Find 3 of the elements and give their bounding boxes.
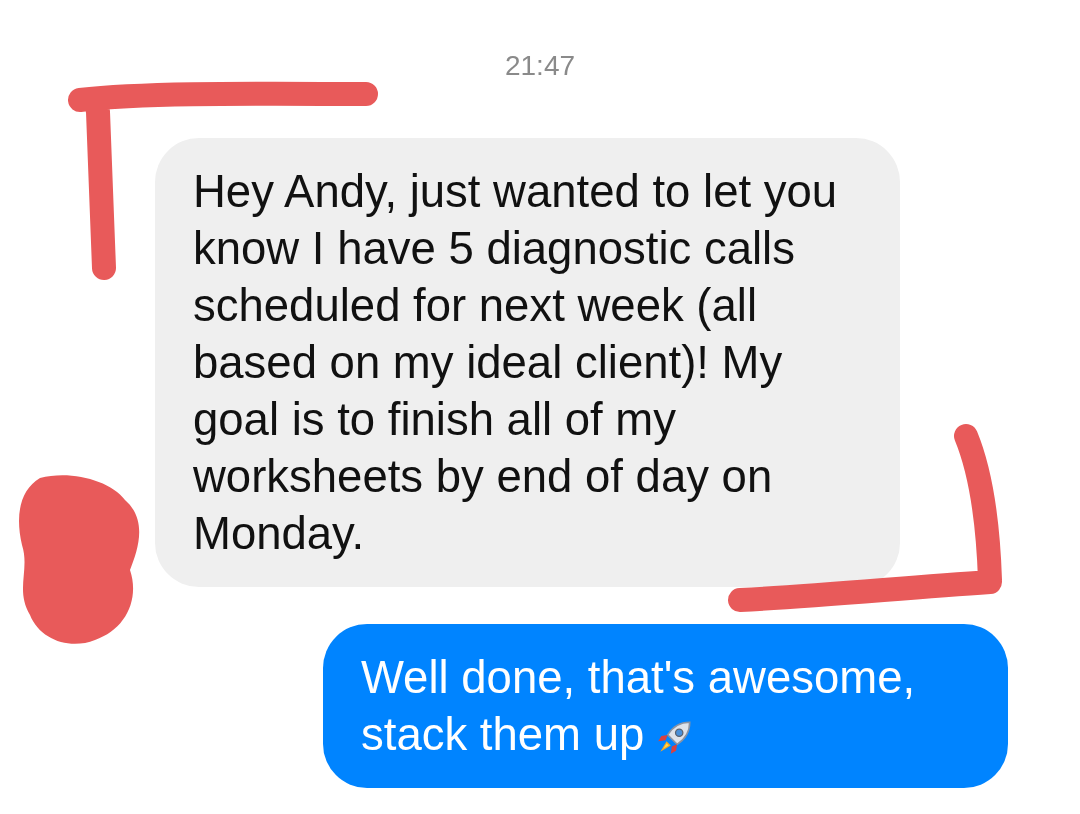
message-bubble: Hey Andy, just wanted to let you know I have 5 diagnostic calls scheduled for next week (all based on my ideal client)! My goal is to finish all of my worksheets by end of day on Monday. <box>155 138 900 587</box>
message-bubble: Well done, that's awesome, stack them up <box>323 624 1008 788</box>
timestamp: 21:47 <box>504 50 576 82</box>
